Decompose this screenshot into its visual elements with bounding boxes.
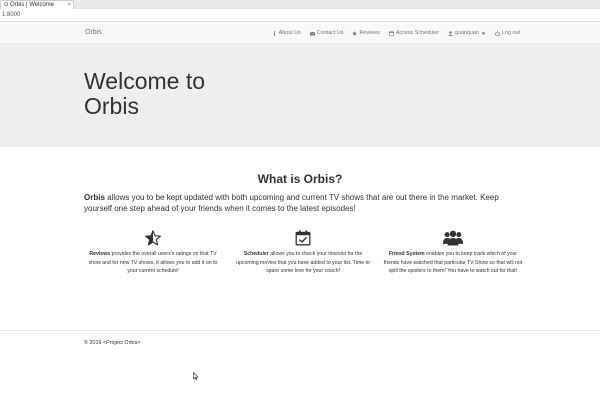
feature-description: Scheduler allows you to check your times… [233, 250, 373, 276]
nav-log-out[interactable]: Log out [495, 30, 520, 36]
nav-label: Access Scheduler [395, 30, 440, 36]
feature-title: Reviews [89, 251, 111, 257]
feature-scheduler: Scheduler allows you to check your times… [233, 229, 373, 276]
tab-title: Orbis | Welcome [10, 2, 55, 8]
nav-access-scheduler[interactable]: Access Scheduler [388, 30, 440, 36]
title-line-2: Orbis [84, 93, 139, 119]
power-icon [495, 30, 500, 36]
intro-brand: Orbis [84, 193, 105, 202]
nav-label: Log out [502, 30, 520, 36]
footer-copyright: © 2016 <Project Orbis> [84, 340, 141, 346]
half-star-icon [145, 230, 161, 246]
nav-about-us[interactable]: About Us [272, 30, 301, 36]
nav-reviews[interactable]: Reviews [352, 30, 380, 36]
page-title: Welcome to Orbis [84, 69, 284, 119]
tab-bar: Orbis | Welcome × [0, 0, 600, 9]
nav-label: Contact Us [316, 30, 344, 36]
info-icon [273, 30, 275, 36]
browser-tab[interactable]: Orbis | Welcome × [0, 0, 74, 9]
navbar: Orbis About Us Contact Us Reviews Access… [0, 22, 600, 44]
intro-text: allows you to be kept updated with both … [84, 193, 499, 213]
section-heading: What is Orbis? [257, 172, 343, 186]
feature-description: Friend System enables you to keep track … [383, 250, 523, 276]
intro-paragraph: Orbis allows you to be kept updated with… [84, 192, 516, 214]
nav-label: About Us [278, 30, 301, 36]
url-text: 1:8000 [2, 12, 21, 18]
nav-user-menu[interactable]: guanquan [448, 30, 486, 36]
page-icon [4, 2, 8, 6]
calendar-check-icon [295, 230, 311, 246]
mouse-cursor-icon [193, 372, 199, 380]
title-line-1: Welcome to [84, 68, 206, 94]
feature-description: Reviews provides the overall users's rat… [83, 250, 223, 276]
nav-links: About Us Contact Us Reviews Access Sched… [272, 22, 520, 44]
nav-label: guanquan [455, 30, 479, 36]
users-icon [443, 230, 463, 246]
caret-down-icon [481, 32, 486, 35]
close-tab-icon[interactable]: × [67, 1, 71, 9]
feature-friend-system: Friend System enables you to keep track … [383, 229, 523, 276]
feature-title: Friend System [388, 251, 425, 257]
browser-window: Orbis | Welcome × 1:8000 Orbis About Us … [0, 0, 600, 400]
calendar-icon [388, 31, 394, 36]
star-icon [352, 30, 358, 36]
nav-label: Reviews [359, 30, 380, 36]
address-bar[interactable]: 1:8000 [0, 9, 600, 22]
jumbotron: Welcome to Orbis [0, 44, 600, 147]
navbar-brand[interactable]: Orbis [85, 22, 102, 44]
footer-divider [0, 330, 600, 331]
feature-title: Scheduler [243, 251, 269, 257]
user-icon [448, 30, 453, 36]
feature-reviews: Reviews provides the overall users's rat… [83, 229, 223, 276]
envelope-icon [309, 31, 315, 35]
nav-contact-us[interactable]: Contact Us [309, 30, 344, 36]
